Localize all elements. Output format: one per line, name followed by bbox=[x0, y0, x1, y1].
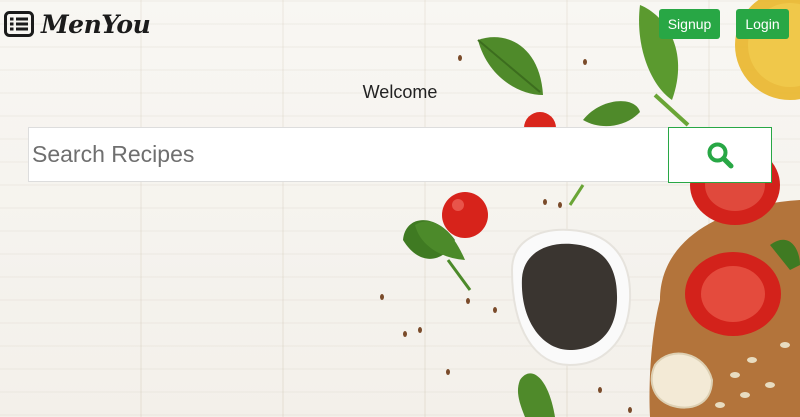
signup-button[interactable]: Signup bbox=[659, 9, 720, 39]
food-decoration bbox=[380, 0, 800, 417]
login-button[interactable]: Login bbox=[736, 9, 789, 39]
search-icon bbox=[707, 142, 734, 169]
brand-logo[interactable]: MenYou bbox=[4, 8, 151, 40]
brand-name: MenYou bbox=[41, 9, 151, 39]
search-button[interactable] bbox=[668, 127, 772, 183]
welcome-heading: Welcome bbox=[362, 82, 438, 102]
search-input[interactable] bbox=[28, 127, 668, 182]
list-icon bbox=[4, 11, 34, 37]
